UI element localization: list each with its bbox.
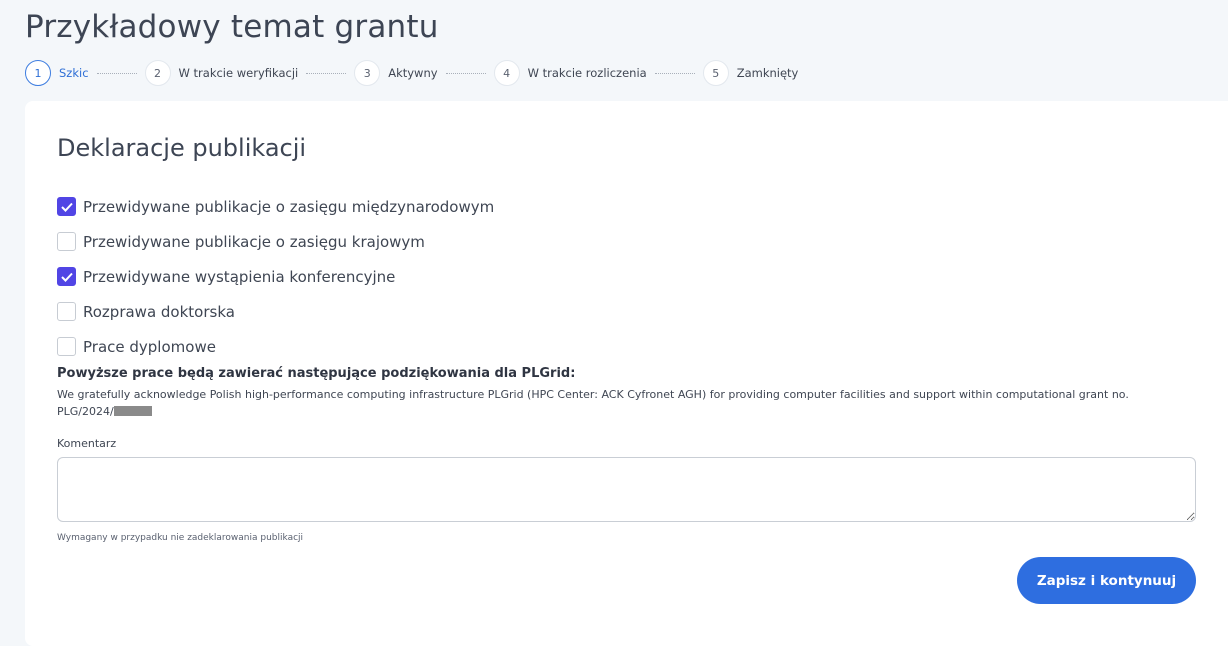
acknowledgement-heading: Powyższe prace będą zawierać następujące… bbox=[57, 366, 576, 381]
step-number: 3 bbox=[354, 60, 381, 86]
publication-declarations-card: Deklaracje publikacji Przewidywane publi… bbox=[25, 101, 1228, 646]
checkbox-international-publications[interactable] bbox=[57, 197, 76, 216]
step-verification: 2 W trakcie weryfikacji bbox=[144, 60, 299, 86]
checkbox-doctoral-thesis[interactable] bbox=[57, 302, 76, 321]
redacted-grant-number bbox=[113, 406, 152, 416]
step-number: 1 bbox=[25, 60, 51, 86]
checkbox-national-publications[interactable] bbox=[57, 232, 76, 251]
step-separator bbox=[445, 72, 486, 74]
step-draft: 1 Szkic bbox=[25, 60, 89, 86]
publication-checklist: Przewidywane publikacje o zasięgu między… bbox=[57, 189, 494, 364]
checkbox-row-national: Przewidywane publikacje o zasięgu krajow… bbox=[57, 224, 494, 259]
checkbox-row-diploma: Prace dyplomowe bbox=[57, 329, 494, 364]
step-label: Aktywny bbox=[388, 66, 438, 80]
step-separator bbox=[96, 72, 137, 74]
acknowledgement-body: We gratefully acknowledge Polish high-pe… bbox=[57, 388, 1129, 418]
step-label: Zamknięty bbox=[736, 66, 799, 80]
checkbox-label: Przewidywane publikacje o zasięgu między… bbox=[83, 197, 495, 216]
checkmark-icon bbox=[60, 202, 73, 212]
checkmark-icon bbox=[60, 272, 73, 282]
save-and-continue-button[interactable]: Zapisz i kontynuuj bbox=[1017, 557, 1196, 604]
checkbox-row-doctoral: Rozprawa doktorska bbox=[57, 294, 494, 329]
status-stepper: 1 Szkic 2 W trakcie weryfikacji 3 Aktywn… bbox=[25, 60, 798, 86]
checkbox-row-international: Przewidywane publikacje o zasięgu między… bbox=[57, 189, 494, 224]
step-separator bbox=[306, 72, 347, 74]
checkbox-label: Rozprawa doktorska bbox=[83, 302, 235, 321]
acknowledgement-text: We gratefully acknowledge Polish high-pe… bbox=[57, 386, 1167, 420]
checkbox-label: Przewidywane publikacje o zasięgu krajow… bbox=[83, 232, 425, 251]
step-label: W trakcie rozliczenia bbox=[527, 66, 647, 80]
step-label: W trakcie weryfikacji bbox=[178, 66, 299, 80]
step-label: Szkic bbox=[59, 66, 89, 80]
checkbox-row-conference: Przewidywane wystąpienia konferencyjne bbox=[57, 259, 494, 294]
checkbox-label: Prace dyplomowe bbox=[83, 337, 216, 356]
page-title: Przykładowy temat grantu bbox=[25, 9, 439, 45]
checkbox-diploma-theses[interactable] bbox=[57, 337, 76, 356]
step-number: 5 bbox=[702, 60, 729, 86]
comment-helper-text: Wymagany w przypadku nie zadeklarowania … bbox=[57, 533, 304, 543]
step-number: 4 bbox=[493, 60, 520, 86]
checkbox-conference-talks[interactable] bbox=[57, 267, 76, 286]
step-closed: 5 Zamknięty bbox=[702, 60, 799, 86]
step-active: 3 Aktywny bbox=[354, 60, 438, 86]
step-number: 2 bbox=[144, 60, 171, 86]
section-title: Deklaracje publikacji bbox=[57, 134, 307, 162]
step-separator bbox=[654, 72, 695, 74]
step-settlement: 4 W trakcie rozliczenia bbox=[493, 60, 647, 86]
comment-label: Komentarz bbox=[57, 437, 117, 450]
comment-textarea[interactable] bbox=[57, 457, 1196, 522]
checkbox-label: Przewidywane wystąpienia konferencyjne bbox=[83, 267, 396, 286]
